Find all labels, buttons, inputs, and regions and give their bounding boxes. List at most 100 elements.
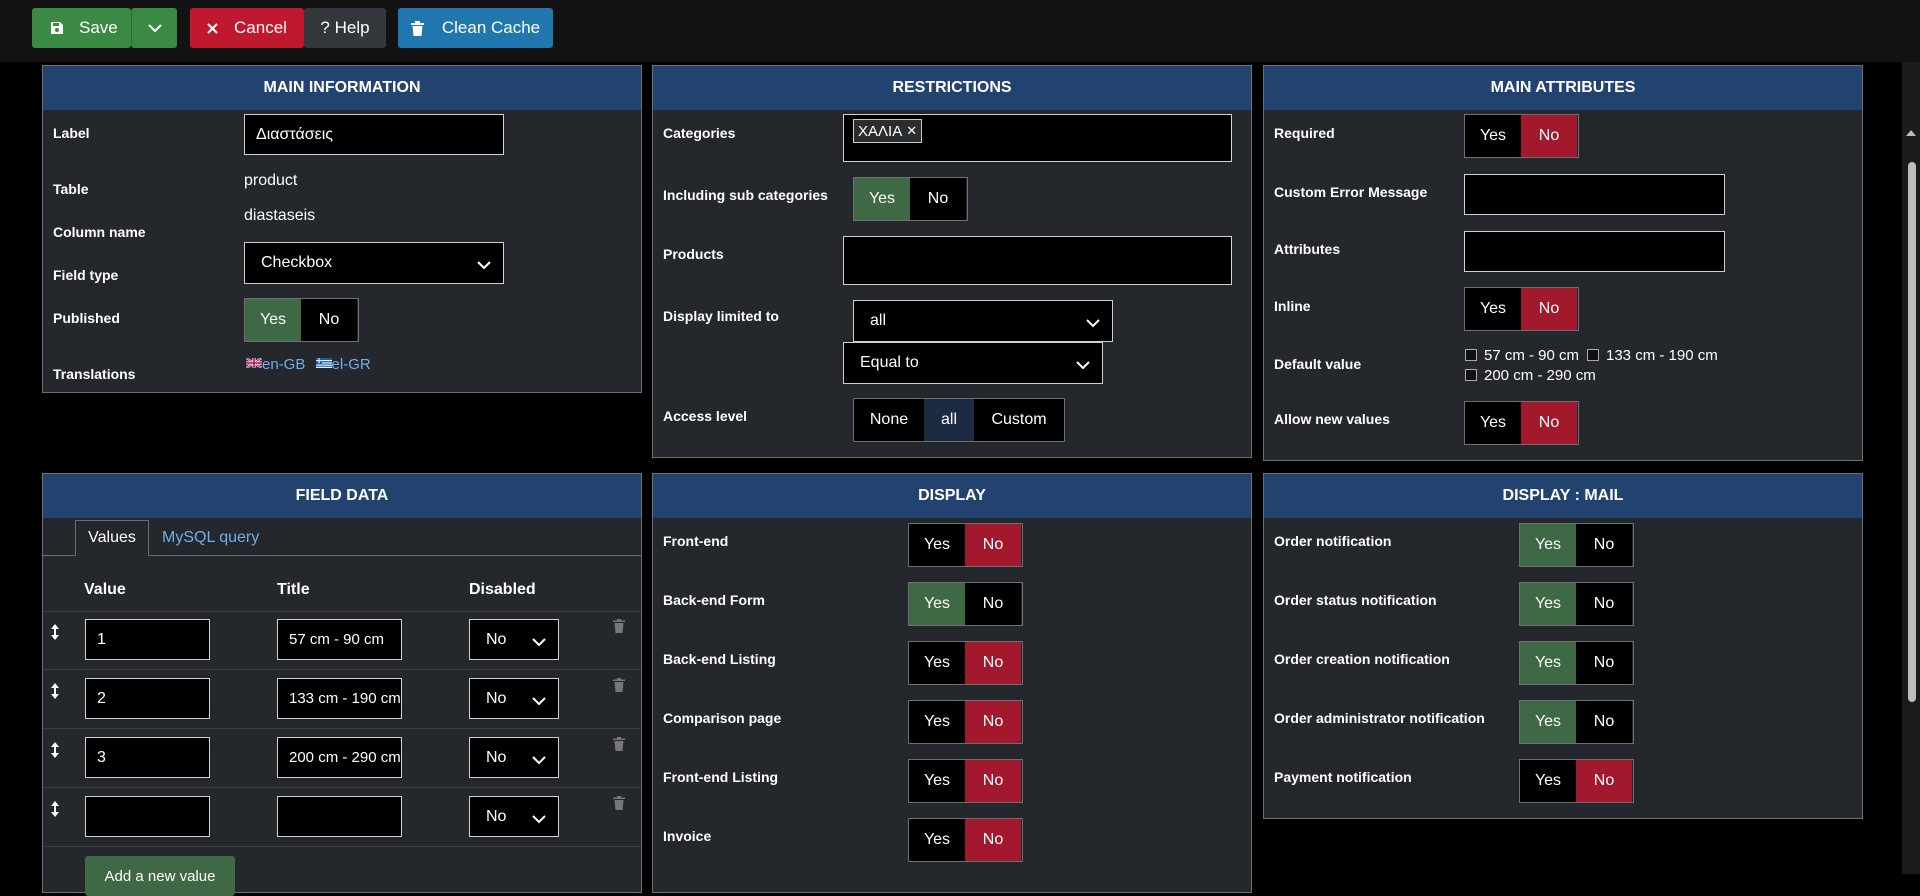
backend-form-yes[interactable]: Yes <box>909 583 965 625</box>
default-value-option[interactable]: 57 cm - 90 cm <box>1465 347 1579 364</box>
save-button[interactable]: Save <box>32 8 131 48</box>
row-value-input[interactable]: 3 <box>85 737 210 778</box>
row-title-input[interactable] <box>277 796 402 837</box>
required-yes[interactable]: Yes <box>1465 115 1521 157</box>
backend-listing-yes[interactable]: Yes <box>909 642 965 684</box>
delete-row-icon[interactable] <box>613 737 625 751</box>
published-no[interactable]: No <box>301 299 357 341</box>
order-creation-toggle[interactable]: Yes No <box>1519 641 1634 685</box>
delete-row-icon[interactable] <box>613 619 625 633</box>
payment-yes[interactable]: Yes <box>1520 760 1576 802</box>
inline-toggle[interactable]: Yes No <box>1464 287 1579 331</box>
allow-new-yes[interactable]: Yes <box>1465 402 1521 444</box>
comparison-page-toggle[interactable]: Yes No <box>908 700 1023 744</box>
row-disabled-select[interactable]: No <box>469 737 559 778</box>
checkbox[interactable] <box>1587 349 1599 361</box>
frontend-yes[interactable]: Yes <box>909 524 965 566</box>
checkbox[interactable] <box>1465 349 1477 361</box>
scrollbar-thumb[interactable] <box>1908 162 1916 702</box>
required-no[interactable]: No <box>1521 115 1577 157</box>
frontend-listing-toggle[interactable]: Yes No <box>908 759 1023 803</box>
allow-new-no[interactable]: No <box>1521 402 1577 444</box>
required-toggle[interactable]: Yes No <box>1464 114 1579 158</box>
row-title-input[interactable]: 133 cm - 190 cm <box>277 678 402 719</box>
inline-no[interactable]: No <box>1521 288 1577 330</box>
order-status-toggle[interactable]: Yes No <box>1519 582 1634 626</box>
row-value-input[interactable] <box>85 796 210 837</box>
frontend-listing-no[interactable]: No <box>965 760 1021 802</box>
backend-listing-no[interactable]: No <box>965 642 1021 684</box>
payment-no[interactable]: No <box>1576 760 1632 802</box>
order-admin-toggle[interactable]: Yes No <box>1519 700 1634 744</box>
delete-row-icon[interactable] <box>613 678 625 692</box>
including-sub-yes[interactable]: Yes <box>854 178 910 220</box>
order-status-yes[interactable]: Yes <box>1520 583 1576 625</box>
display-limited-select[interactable]: all <box>853 300 1113 342</box>
row-disabled-select[interactable]: No <box>469 678 559 719</box>
drag-handle-icon[interactable] <box>49 742 61 758</box>
row-value-input[interactable]: 2 <box>85 678 210 719</box>
row-value-input[interactable]: 1 <box>85 619 210 660</box>
row-title-input[interactable]: 57 cm - 90 cm <box>277 619 402 660</box>
scroll-up-arrow-icon[interactable] <box>1906 130 1916 136</box>
payment-notification-toggle[interactable]: Yes No <box>1519 759 1634 803</box>
access-none[interactable]: None <box>854 399 924 441</box>
category-tag[interactable]: ΧΑΛΙΑ ✕ <box>853 119 923 143</box>
add-value-button[interactable]: Add a new value <box>85 856 235 896</box>
clean-cache-button[interactable]: Clean Cache <box>398 8 553 48</box>
published-toggle[interactable]: Yes No <box>244 298 359 342</box>
backend-form-no[interactable]: No <box>965 583 1021 625</box>
custom-error-input[interactable] <box>1464 174 1725 215</box>
frontend-listing-yes[interactable]: Yes <box>909 760 965 802</box>
published-yes[interactable]: Yes <box>245 299 301 341</box>
remove-tag-icon[interactable]: ✕ <box>906 123 917 139</box>
backend-listing-toggle[interactable]: Yes No <box>908 641 1023 685</box>
products-input[interactable] <box>843 236 1232 285</box>
delete-row-icon[interactable] <box>613 796 625 810</box>
checkbox[interactable] <box>1465 369 1477 381</box>
order-creation-no[interactable]: No <box>1576 642 1632 684</box>
order-status-no[interactable]: No <box>1576 583 1632 625</box>
drag-handle-icon[interactable] <box>49 624 61 640</box>
operator-select[interactable]: Equal to <box>843 342 1103 384</box>
including-sub-toggle[interactable]: Yes No <box>853 177 968 221</box>
inline-yes[interactable]: Yes <box>1465 288 1521 330</box>
cancel-button[interactable]: Cancel <box>190 8 304 48</box>
help-button[interactable]: ? Help <box>304 8 386 48</box>
tab-values[interactable]: Values <box>75 520 149 556</box>
save-dropdown-button[interactable] <box>131 8 177 48</box>
access-level-toggle[interactable]: None all Custom <box>853 398 1065 442</box>
invoice-yes[interactable]: Yes <box>909 819 965 861</box>
default-value-option[interactable]: 133 cm - 190 cm <box>1587 347 1718 364</box>
drag-handle-icon[interactable] <box>49 801 61 817</box>
row-disabled-select[interactable]: No <box>469 796 559 837</box>
order-creation-yes[interactable]: Yes <box>1520 642 1576 684</box>
order-admin-yes[interactable]: Yes <box>1520 701 1576 743</box>
translation-el-link[interactable]: el-GR <box>332 356 371 373</box>
row-title-input[interactable]: 200 cm - 290 cm <box>277 737 402 778</box>
backend-form-toggle[interactable]: Yes No <box>908 582 1023 626</box>
attributes-input[interactable] <box>1464 231 1725 272</box>
drag-handle-icon[interactable] <box>49 683 61 699</box>
access-custom[interactable]: Custom <box>974 399 1064 441</box>
default-value-option[interactable]: 200 cm - 290 cm <box>1465 367 1596 384</box>
label-input[interactable]: Διαστάσεις <box>244 114 504 155</box>
frontend-no[interactable]: No <box>965 524 1021 566</box>
including-sub-no[interactable]: No <box>910 178 966 220</box>
order-notification-toggle[interactable]: Yes No <box>1519 523 1634 567</box>
order-notification-no[interactable]: No <box>1576 524 1632 566</box>
row-disabled-select[interactable]: No <box>469 619 559 660</box>
comparison-no[interactable]: No <box>965 701 1021 743</box>
access-all[interactable]: all <box>924 399 974 441</box>
order-notification-yes[interactable]: Yes <box>1520 524 1576 566</box>
order-admin-no[interactable]: No <box>1576 701 1632 743</box>
field-type-select[interactable]: Checkbox <box>244 242 504 284</box>
invoice-no[interactable]: No <box>965 819 1021 861</box>
comparison-yes[interactable]: Yes <box>909 701 965 743</box>
invoice-toggle[interactable]: Yes No <box>908 818 1023 862</box>
categories-input[interactable]: ΧΑΛΙΑ ✕ <box>843 114 1232 162</box>
scrollbar[interactable] <box>1902 62 1920 874</box>
frontend-toggle[interactable]: Yes No <box>908 523 1023 567</box>
tab-mysql-query[interactable]: MySQL query <box>162 529 259 547</box>
translation-en-link[interactable]: en-GB <box>262 356 305 373</box>
